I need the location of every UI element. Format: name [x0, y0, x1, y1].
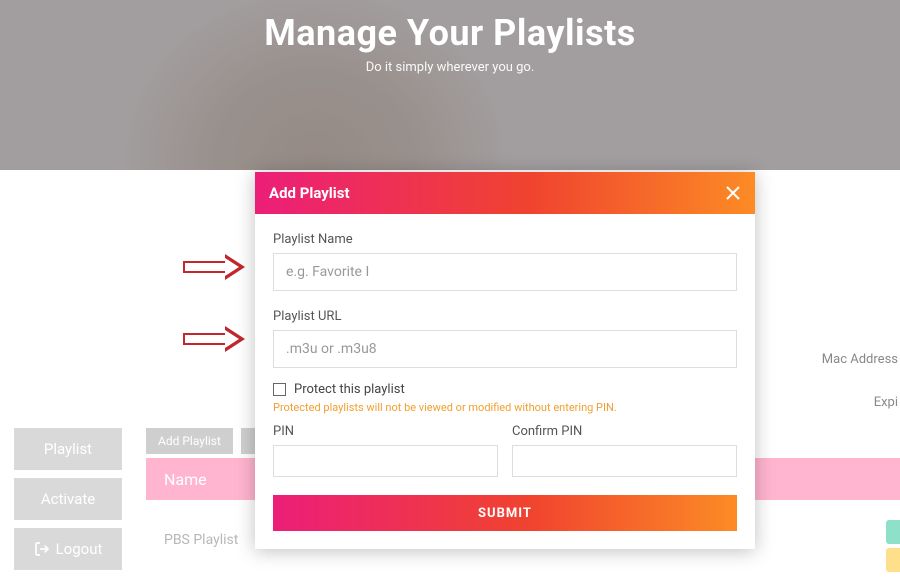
submit-button-label: SUBMIT	[478, 506, 532, 521]
expires-label: Expi	[822, 395, 898, 410]
table-header-name: Name	[164, 470, 207, 489]
hero-banner: Manage Your Playlists Do it simply where…	[0, 0, 900, 170]
page-subtitle: Do it simply wherever you go.	[0, 60, 900, 75]
secondary-tab[interactable]	[241, 428, 255, 454]
confirm-pin-label: Confirm PIN	[512, 424, 737, 439]
nav-playlist-label: Playlist	[44, 440, 92, 458]
modal-header: Add Playlist	[255, 172, 755, 214]
arrow-to-url-icon	[183, 328, 247, 350]
submit-button[interactable]: SUBMIT	[273, 495, 737, 531]
nav-logout-label: Logout	[56, 540, 103, 558]
playlist-url-label: Playlist URL	[273, 309, 737, 324]
playlist-name-label: Playlist Name	[273, 232, 737, 247]
pill-yellow[interactable]	[886, 548, 900, 572]
modal-body: Playlist Name Playlist URL Protect this …	[255, 214, 755, 549]
logout-icon	[34, 541, 50, 557]
mac-address-label: Mac Address	[822, 352, 898, 367]
page-title: Manage Your Playlists	[0, 12, 900, 54]
side-nav: Playlist Activate Logout	[14, 428, 122, 578]
confirm-pin-input[interactable]	[512, 445, 737, 477]
nav-logout-button[interactable]: Logout	[14, 528, 122, 570]
nav-activate-label: Activate	[41, 490, 95, 508]
protect-checkbox[interactable]	[273, 383, 286, 396]
tab-row: Add Playlist	[146, 428, 255, 454]
pin-input[interactable]	[273, 445, 498, 477]
playlist-name-input[interactable]	[273, 253, 737, 291]
modal-title: Add Playlist	[269, 184, 350, 202]
nav-activate-button[interactable]: Activate	[14, 478, 122, 520]
device-info: Mac Address Expi	[822, 352, 898, 438]
playlist-url-input[interactable]	[273, 330, 737, 368]
protect-warning-text: Protected playlists will not be viewed o…	[273, 401, 737, 414]
side-pills	[886, 520, 900, 572]
pin-label: PIN	[273, 424, 498, 439]
add-playlist-modal: Add Playlist Playlist Name Playlist URL …	[255, 172, 755, 549]
arrow-to-name-icon	[183, 256, 247, 278]
close-icon[interactable]	[725, 185, 741, 201]
nav-playlist-button[interactable]: Playlist	[14, 428, 122, 470]
pill-green[interactable]	[886, 520, 900, 544]
protect-checkbox-label: Protect this playlist	[294, 382, 405, 397]
add-playlist-tab-label: Add Playlist	[158, 434, 221, 448]
add-playlist-tab[interactable]: Add Playlist	[146, 428, 233, 454]
